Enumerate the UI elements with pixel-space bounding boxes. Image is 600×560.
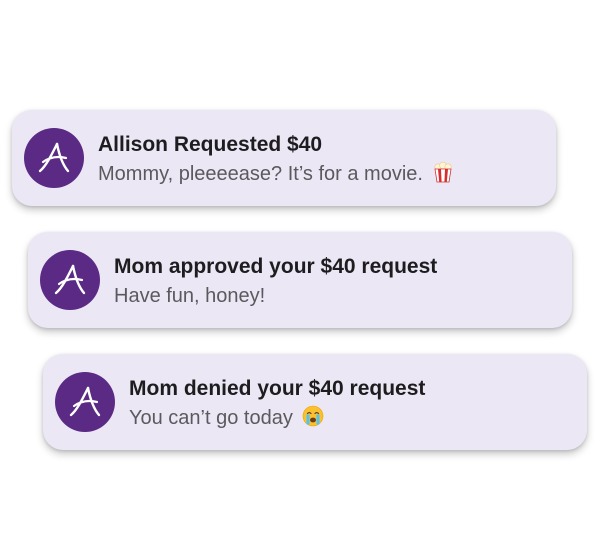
app-logo-a-icon — [24, 128, 84, 188]
crying-face-icon — [302, 405, 324, 435]
notification-message: You can’t go today — [129, 407, 293, 429]
notification-card-approved[interactable]: Mom approved your $40 request Have fun, … — [28, 232, 572, 328]
notification-text: Mom approved your $40 request Have fun, … — [114, 254, 556, 310]
app-logo-a-icon — [55, 372, 115, 432]
notification-card-request[interactable]: Allison Requested $40 Mommy, pleeeease? … — [12, 110, 556, 206]
notification-text: Allison Requested $40 Mommy, pleeeease? … — [98, 132, 540, 191]
notification-message: Mommy, pleeeease? It’s for a movie. — [98, 163, 423, 185]
notification-title: Mom approved your $40 request — [114, 255, 438, 278]
notification-message-row: You can’t go today — [129, 404, 571, 435]
app-logo-a-icon — [40, 250, 100, 310]
notification-title: Allison Requested $40 — [98, 133, 323, 156]
notification-message-row: Have fun, honey! — [114, 282, 556, 310]
notification-title: Mom denied your $40 request — [129, 377, 426, 400]
notification-message: Have fun, honey! — [114, 285, 266, 307]
notification-stack: Allison Requested $40 Mommy, pleeeease? … — [0, 0, 600, 560]
popcorn-icon — [433, 161, 453, 191]
notification-card-denied[interactable]: Mom denied your $40 request You can’t go… — [43, 354, 587, 450]
notification-message-row: Mommy, pleeeease? It’s for a movie. — [98, 160, 540, 191]
notification-text: Mom denied your $40 request You can’t go… — [129, 376, 571, 435]
